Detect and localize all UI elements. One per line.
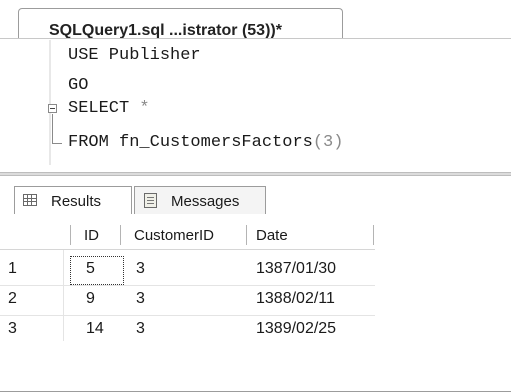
cell-id[interactable]: 9 [86,284,95,314]
tab-strip-divider [0,38,511,39]
function-args: (3) [312,133,344,152]
cell-date[interactable]: 1388/02/11 [256,284,335,314]
select-keyword: SELECT [68,99,130,118]
tab-results-label: Results [51,193,102,210]
row-number-2[interactable]: 2 [8,284,17,314]
header-divider [0,249,375,250]
results-tab-strip: Results Messages [0,176,511,392]
tab-results[interactable]: Results [14,186,132,214]
row-number-1[interactable]: 1 [8,254,17,284]
cell-date[interactable]: 1387/01/30 [256,254,336,284]
code-line-2[interactable]: GO [68,74,88,98]
cell-customerid[interactable]: 3 [136,254,145,284]
tab-messages-label: Messages [171,193,240,210]
selected-cell-outline [70,256,124,285]
select-star: * [129,99,150,118]
header-separator [70,225,71,245]
header-separator [373,225,374,245]
header-separator [120,225,121,245]
fold-guide-end [52,143,62,144]
code-line-3[interactable]: SELECT * [68,97,150,121]
tab-messages[interactable]: Messages [134,186,266,214]
header-separator [246,225,247,245]
from-keyword: FROM [68,133,109,152]
editor-margin [49,40,51,165]
function-name: fn_CustomersFactors [108,133,313,152]
row-number-3[interactable]: 3 [8,314,17,344]
grid-icon [23,194,37,206]
query-document-tab[interactable]: SQLQuery1.sql ...istrator (53))* [18,8,343,39]
editor-tab-strip: SQLQuery1.sql ...istrator (53))* [0,0,511,40]
cell-customerid[interactable]: 3 [136,284,145,314]
cell-date[interactable]: 1389/02/25 [256,314,336,344]
results-grid[interactable]: ID CustomerID Date 1 5 3 1387/01/30 2 9 … [0,216,511,341]
column-divider [63,250,64,341]
cell-customerid[interactable]: 3 [136,314,145,344]
cell-id[interactable]: 14 [86,314,104,344]
column-header-customerid[interactable]: CustomerID [134,222,214,249]
column-header-id[interactable]: ID [84,222,99,249]
code-line-4[interactable]: FROM fn_CustomersFactors(3) [68,131,343,155]
code-line-1[interactable]: USE Publisher [68,44,201,68]
query-editor[interactable]: SQLQuery1.sql ...istrator (53))* USE Pub… [0,0,511,172]
fold-guide-line [52,114,53,144]
messages-icon [144,193,157,208]
column-header-date[interactable]: Date [256,222,288,249]
collapse-icon[interactable] [48,104,57,113]
